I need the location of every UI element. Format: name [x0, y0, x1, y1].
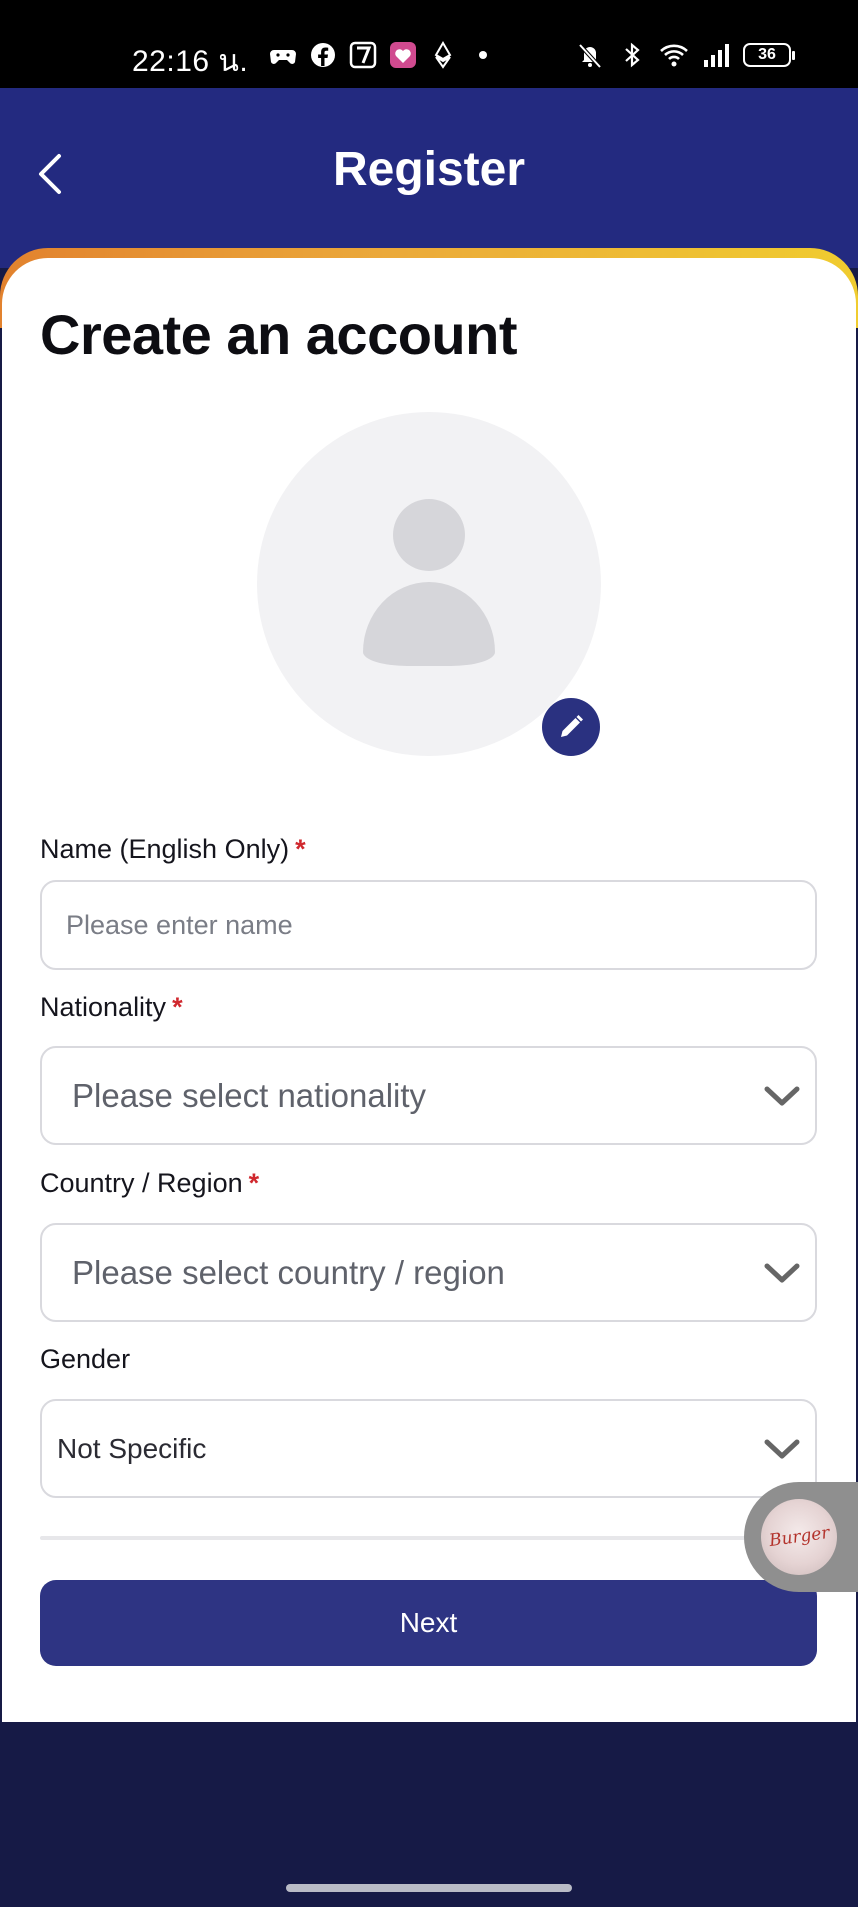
gender-select[interactable]: Not Specific: [40, 1399, 817, 1498]
pencil-icon: [561, 715, 583, 737]
name-field[interactable]: [40, 880, 817, 970]
page-title: Create an account: [40, 303, 518, 366]
avatar[interactable]: [257, 412, 601, 756]
muted-bell-icon: [578, 43, 602, 69]
name-label: Name (English Only) *: [40, 834, 306, 865]
country-placeholder: Please select country / region: [72, 1253, 505, 1291]
nationality-label: Nationality *: [40, 992, 183, 1023]
app-header: Register: [0, 88, 858, 268]
screen: 22:16 น. 36 Register Create an account N…: [0, 0, 858, 1907]
required-mark: *: [295, 834, 306, 864]
battery-icon: 36: [743, 43, 795, 67]
burger-logo-icon: Burger: [761, 1499, 837, 1575]
next-button[interactable]: Next: [40, 1580, 817, 1666]
chevron-down-icon: [764, 1263, 800, 1282]
home-indicator[interactable]: [286, 1884, 572, 1892]
status-bar: 22:16 น. 36: [0, 0, 858, 88]
gender-label: Gender: [40, 1344, 131, 1374]
dot-icon: [479, 51, 487, 59]
chevron-down-icon: [764, 1439, 800, 1458]
nationality-select[interactable]: Please select nationality: [40, 1046, 817, 1145]
notification-icons: [268, 40, 498, 70]
seven-eleven-icon: [349, 41, 377, 69]
system-icons: 36: [575, 40, 795, 70]
bluetooth-icon: [625, 42, 640, 68]
avatar-head: [393, 499, 465, 571]
gender-value: Not Specific: [57, 1432, 207, 1464]
required-mark: *: [172, 992, 183, 1022]
name-input[interactable]: [42, 882, 815, 968]
country-label: Country / Region *: [40, 1168, 259, 1199]
ethereum-icon: [434, 41, 452, 69]
dating-app-icon: [390, 42, 416, 68]
chevron-down-icon: [764, 1086, 800, 1105]
header-title: Register: [332, 143, 526, 196]
floating-burger-widget[interactable]: Burger: [744, 1482, 858, 1592]
wifi-icon: [660, 44, 688, 67]
widget-text: Burger: [767, 1522, 831, 1552]
edit-avatar-button[interactable]: [542, 698, 600, 756]
nationality-placeholder: Please select nationality: [72, 1076, 427, 1114]
status-time: 22:16 น.: [132, 45, 249, 78]
country-label-text: Country / Region: [40, 1168, 243, 1198]
game-controller-icon: [270, 50, 296, 64]
avatar-body: [363, 582, 495, 666]
name-label-text: Name (English Only): [40, 834, 290, 864]
required-mark: *: [248, 1168, 260, 1198]
divider: [40, 1536, 817, 1540]
country-select[interactable]: Please select country / region: [40, 1223, 817, 1322]
nationality-label-text: Nationality: [40, 992, 167, 1022]
signal-icon: [704, 44, 729, 67]
facebook-icon: [311, 43, 335, 67]
